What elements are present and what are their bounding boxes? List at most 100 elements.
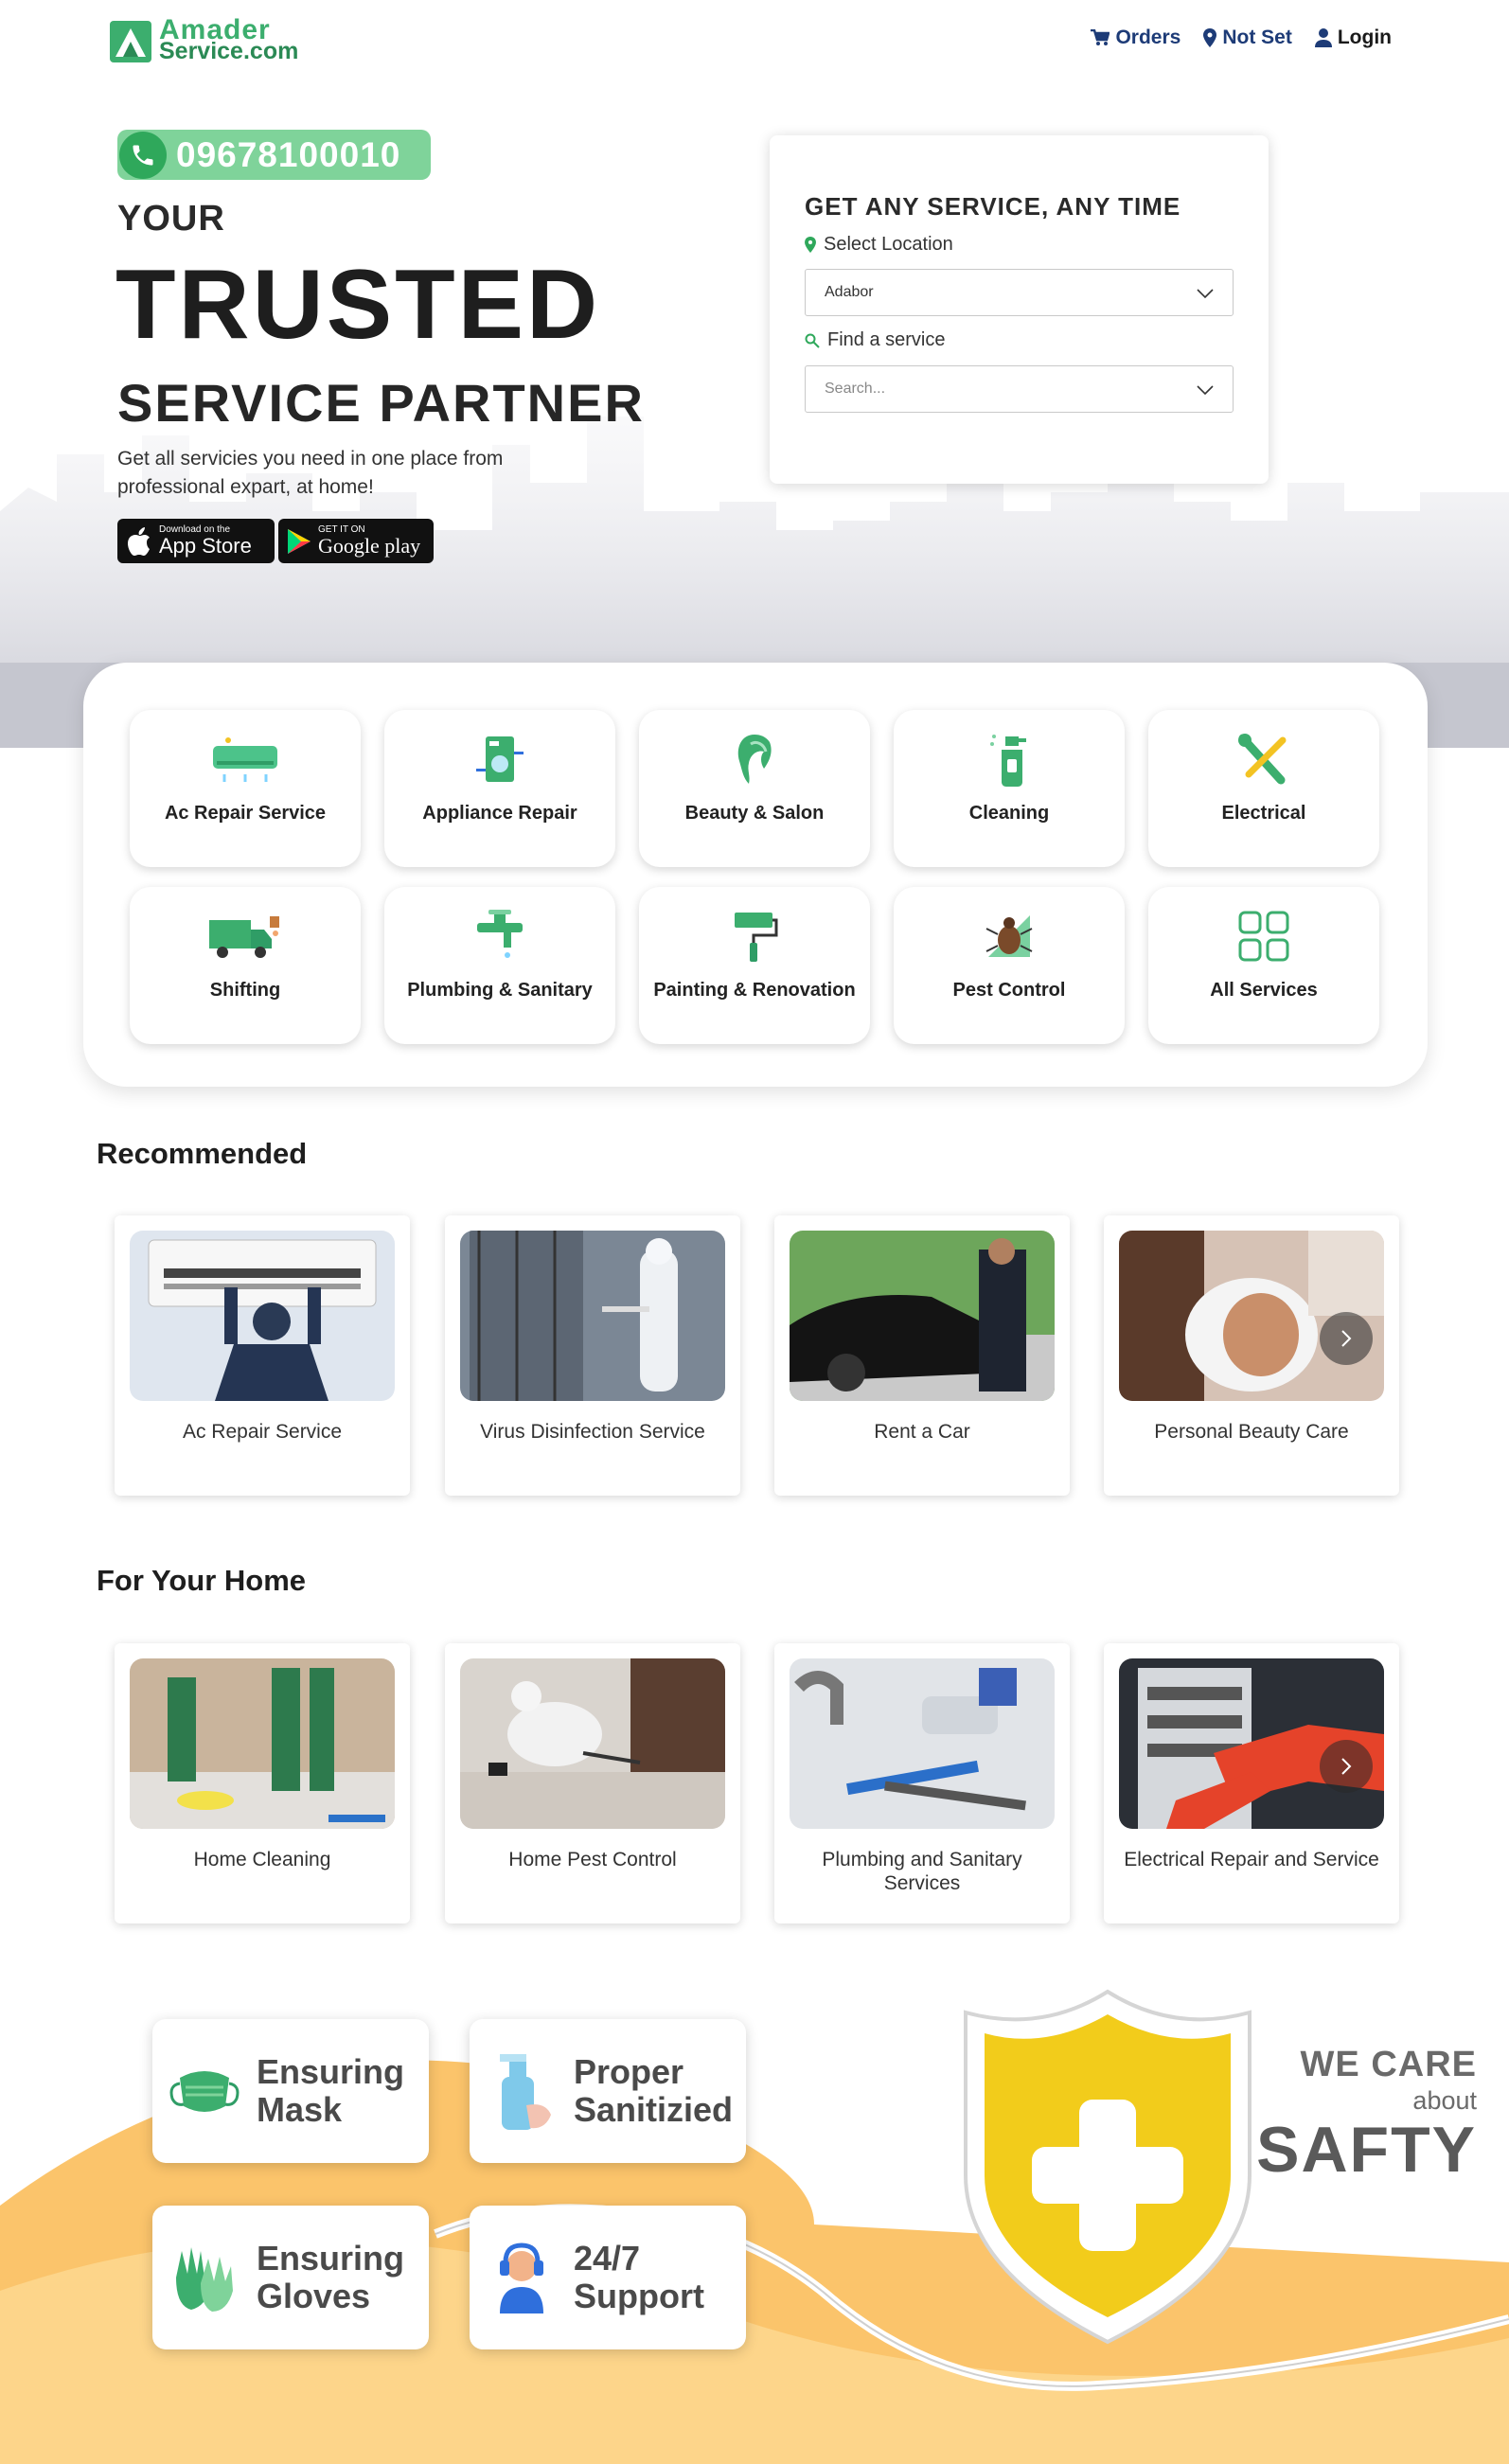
category-label: All Services <box>1210 980 1318 1001</box>
home-pest-control-photo <box>460 1658 725 1829</box>
home-card[interactable]: Electrical Repair and Service <box>1104 1643 1399 1923</box>
category-label: Electrical <box>1221 803 1306 824</box>
ac-icon <box>207 729 283 789</box>
carousel-next-button[interactable] <box>1320 1740 1373 1793</box>
google-play-icon <box>288 528 311 554</box>
ac-repair-photo <box>130 1231 395 1401</box>
carousel-next-button[interactable] <box>1320 1312 1373 1365</box>
home-card[interactable]: Home Cleaning <box>115 1643 410 1923</box>
location-link[interactable]: Not Set <box>1203 27 1292 49</box>
card-title: Electrical Repair and Service <box>1124 1849 1379 1870</box>
truck-icon <box>207 906 283 966</box>
category-shifting[interactable]: Shifting <box>130 887 361 1044</box>
orders-label: Orders <box>1115 27 1181 48</box>
cart-icon <box>1091 29 1110 45</box>
category-all-services[interactable]: All Services <box>1148 887 1379 1044</box>
service-label-row: Find a service <box>805 329 946 351</box>
service-search-select[interactable]: Search... <box>805 365 1234 413</box>
hero-line-trusted: TRUSTED <box>115 250 601 360</box>
safty-text: SAFTY <box>1256 2114 1477 2186</box>
hero-line-partner: SERVICE PARTNER <box>117 373 645 433</box>
service-search-placeholder: Search... <box>825 381 886 397</box>
location-select[interactable]: Adabor <box>805 269 1234 316</box>
recommended-card[interactable]: Ac Repair Service <box>115 1215 410 1496</box>
category-label: Cleaning <box>968 803 1050 824</box>
google-play-button[interactable]: GET IT ON Google play <box>278 519 434 563</box>
chevron-down-icon <box>1197 385 1214 396</box>
app-store-button[interactable]: Download on the App Store <box>117 519 275 563</box>
select-location-label: Select Location <box>824 234 953 255</box>
mask-icon <box>152 2019 257 2163</box>
category-cleaning[interactable]: Cleaning <box>894 710 1125 867</box>
location-select-value: Adabor <box>825 284 874 300</box>
category-label: Appliance Repair <box>422 803 577 824</box>
login-label: Login <box>1337 27 1392 48</box>
plumbing-photo <box>790 1658 1055 1829</box>
chevron-right-icon <box>1341 1330 1352 1347</box>
site-logo[interactable]: Amader Service.com <box>110 16 299 64</box>
chevron-down-icon <box>1197 289 1214 299</box>
card-title: Rent a Car <box>874 1421 970 1443</box>
search-card-title: GET ANY SERVICE, ANY TIME <box>805 192 1181 221</box>
we-care-text: WE CARE <box>1300 2045 1477 2084</box>
category-label: Painting & Renovation <box>653 980 856 1001</box>
faucet-icon <box>462 906 538 966</box>
map-pin-icon <box>1203 28 1217 47</box>
card-title: Home Cleaning <box>193 1849 331 1870</box>
ensuring-mask-text: Ensuring Mask <box>257 2052 405 2129</box>
category-label: Beauty & Salon <box>684 803 825 824</box>
google-play-big: Google play <box>318 534 421 558</box>
search-icon <box>805 333 820 348</box>
user-icon <box>1314 28 1332 47</box>
home-card[interactable]: Home Pest Control <box>445 1643 740 1923</box>
hotline-badge[interactable]: 09678100010 <box>117 130 431 180</box>
bug-icon <box>971 906 1047 966</box>
apple-icon <box>128 526 150 556</box>
ensuring-gloves-card: Ensuring Gloves <box>152 2206 429 2349</box>
category-ac-repair[interactable]: Ac Repair Service <box>130 710 361 867</box>
category-plumbing-sanitary[interactable]: Plumbing & Sanitary <box>384 887 615 1044</box>
category-painting-renovation[interactable]: Painting & Renovation <box>639 887 870 1044</box>
ensuring-gloves-text: Ensuring Gloves <box>257 2239 405 2315</box>
category-pest-control[interactable]: Pest Control <box>894 887 1125 1044</box>
top-nav: Orders Not Set Login <box>1091 27 1392 49</box>
hotline-number: 09678100010 <box>176 134 401 174</box>
category-label: Plumbing & Sanitary <box>407 980 593 1001</box>
card-title: Home Pest Control <box>508 1849 677 1870</box>
card-title: Ac Repair Service <box>182 1421 343 1443</box>
category-electrical[interactable]: Electrical <box>1148 710 1379 867</box>
recommended-card[interactable]: Rent a Car <box>774 1215 1070 1496</box>
category-appliance-repair[interactable]: Appliance Repair <box>384 710 615 867</box>
app-store-big: App Store <box>159 534 252 558</box>
proper-sanitized-text: Proper Sanitizied <box>574 2052 734 2129</box>
login-link[interactable]: Login <box>1314 27 1392 49</box>
card-title: Personal Beauty Care <box>1154 1421 1349 1443</box>
washing-machine-icon <box>462 729 538 789</box>
location-label-row: Select Location <box>805 234 953 256</box>
gloves-icon <box>152 2206 257 2349</box>
virus-disinfection-photo <box>460 1231 725 1401</box>
chevron-right-icon <box>1341 1758 1352 1775</box>
service-search-card: GET ANY SERVICE, ANY TIME Select Locatio… <box>770 135 1269 484</box>
home-card[interactable]: Plumbing and Sanitary Services <box>774 1643 1070 1923</box>
headset-agent-icon <box>470 2206 574 2349</box>
map-pin-icon <box>805 237 816 253</box>
logo-icon <box>110 17 155 64</box>
ensuring-mask-card: Ensuring Mask <box>152 2019 429 2163</box>
grid-icon <box>1226 906 1302 966</box>
sanitizer-icon <box>470 2019 574 2163</box>
logo-domain: Service.com <box>159 38 299 64</box>
home-cleaning-photo <box>130 1658 395 1829</box>
recommended-title: Recommended <box>97 1137 308 1170</box>
safety-shield-icon <box>964 1989 1252 2345</box>
card-title: Virus Disinfection Service <box>480 1421 705 1443</box>
location-label: Not Set <box>1222 27 1292 48</box>
find-service-label: Find a service <box>827 329 946 350</box>
category-label: Ac Repair Service <box>164 803 327 824</box>
spray-bottle-icon <box>971 729 1047 789</box>
category-beauty-salon[interactable]: Beauty & Salon <box>639 710 870 867</box>
recommended-card[interactable]: Personal Beauty Care <box>1104 1215 1399 1496</box>
orders-link[interactable]: Orders <box>1091 27 1181 49</box>
category-panel: Ac Repair Service Appliance Repair Beaut… <box>83 663 1428 1087</box>
recommended-card[interactable]: Virus Disinfection Service <box>445 1215 740 1496</box>
